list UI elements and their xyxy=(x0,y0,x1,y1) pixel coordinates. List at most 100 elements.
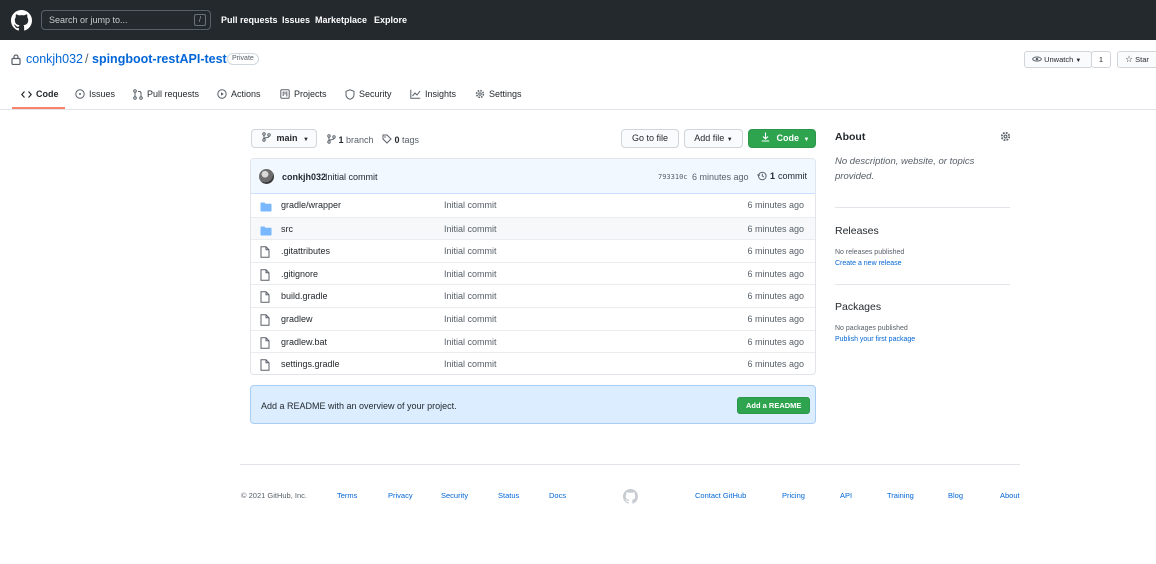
sidebar-divider xyxy=(835,284,1010,285)
tab-pull-requests[interactable]: Pull requests xyxy=(133,87,199,101)
repo-owner-link[interactable]: conkjh032 xyxy=(26,52,83,66)
tab-issues[interactable]: Issues xyxy=(75,87,115,101)
releases-heading[interactable]: Releases xyxy=(835,225,879,237)
add-file-label: Add file xyxy=(694,133,725,143)
table-row[interactable]: gradlew Initial commit 6 minutes ago xyxy=(251,307,815,330)
file-name-link[interactable]: .gitattributes xyxy=(281,246,330,256)
file-commit-link[interactable]: Initial commit xyxy=(444,224,497,234)
file-commit-link[interactable]: Initial commit xyxy=(444,200,497,210)
footer-link-pricing[interactable]: Pricing xyxy=(782,491,805,500)
tab-settings-label: Settings xyxy=(489,89,522,99)
commit-word: commit xyxy=(778,171,808,181)
repo-name-link[interactable]: spingboot-restAPI-test xyxy=(92,52,227,66)
footer-link-about[interactable]: About xyxy=(1000,491,1020,500)
commit-author-link[interactable]: conkjh032 xyxy=(282,172,326,182)
file-commit-link[interactable]: Initial commit xyxy=(444,359,497,369)
unwatch-button[interactable]: Unwatch ▼ xyxy=(1024,51,1092,68)
tabs-divider xyxy=(0,109,1156,110)
file-commit-link[interactable]: Initial commit xyxy=(444,337,497,347)
search-input[interactable]: Search or jump to... / xyxy=(41,10,211,30)
file-icon xyxy=(260,314,270,326)
file-icon xyxy=(260,291,270,304)
create-release-link[interactable]: Create a new release xyxy=(835,260,902,267)
add-file-button[interactable]: Add file ▼ xyxy=(684,129,743,148)
code-button-label: Code xyxy=(776,133,800,143)
repo-separator: / xyxy=(85,52,89,66)
nav-explore[interactable]: Explore xyxy=(374,15,407,25)
table-row[interactable]: .gitignore Initial commit 6 minutes ago xyxy=(251,261,815,285)
table-row[interactable]: .gitattributes Initial commit 6 minutes ag… xyxy=(251,239,815,262)
tags-link[interactable]: 0 tags xyxy=(382,134,419,145)
nav-pull-requests[interactable]: Pull requests xyxy=(221,15,278,25)
file-icon xyxy=(260,269,270,281)
tab-code[interactable]: Code xyxy=(21,87,59,101)
tab-security[interactable]: Security xyxy=(345,87,392,101)
footer-link-privacy[interactable]: Privacy xyxy=(388,491,413,500)
footer-link-contact[interactable]: Contact GitHub xyxy=(695,491,746,500)
tab-code-label: Code xyxy=(36,89,59,99)
table-row[interactable]: build.gradle Initial commit 6 minutes ago xyxy=(251,284,815,307)
footer-link-status[interactable]: Status xyxy=(498,491,519,500)
table-row[interactable]: src Initial commit 6 minutes ago xyxy=(251,216,815,240)
gear-icon[interactable] xyxy=(1000,131,1011,142)
nav-marketplace[interactable]: Marketplace xyxy=(315,15,367,25)
table-row[interactable]: gradlew.bat Initial commit 6 minutes ago xyxy=(251,329,815,353)
footer-link-training[interactable]: Training xyxy=(887,491,914,500)
file-age: 6 minutes ago xyxy=(747,336,804,347)
file-name-link[interactable]: settings.gradle xyxy=(281,359,340,369)
file-name-link[interactable]: src xyxy=(281,224,293,234)
tab-insights-label: Insights xyxy=(425,89,457,99)
file-commit-link[interactable]: Initial commit xyxy=(444,246,497,256)
tab-projects[interactable]: Projects xyxy=(280,87,327,101)
tab-insights[interactable]: Insights xyxy=(410,87,456,101)
branch-select-button[interactable]: main ▼ xyxy=(251,129,317,148)
file-name-link[interactable]: build.gradle xyxy=(281,291,328,301)
file-icon xyxy=(260,336,270,349)
file-name-link[interactable]: gradlew.bat xyxy=(281,337,327,347)
file-age: 6 minutes ago xyxy=(747,314,804,324)
publish-package-link[interactable]: Publish your first package xyxy=(835,336,915,343)
table-row[interactable]: gradle/wrapper Initial commit 6 minutes ag… xyxy=(251,194,815,217)
file-name-link[interactable]: gradle/wrapper xyxy=(281,200,341,210)
commit-sha-link[interactable]: 793310c xyxy=(658,173,688,181)
file-name-link[interactable]: gradlew xyxy=(281,314,313,324)
search-placeholder: Search or jump to... xyxy=(49,15,128,25)
sidebar-divider xyxy=(835,207,1010,208)
star-button[interactable]: ☆ Star xyxy=(1117,51,1156,68)
footer-link-security[interactable]: Security xyxy=(441,491,468,500)
file-commit-link[interactable]: Initial commit xyxy=(444,291,497,301)
watch-count[interactable]: 1 xyxy=(1091,51,1111,68)
commit-history-link[interactable]: 1 commit xyxy=(757,171,807,181)
file-icon xyxy=(260,359,270,371)
branch-word: branch xyxy=(346,135,374,145)
add-readme-button[interactable]: Add a README xyxy=(737,397,811,414)
commit-message-link[interactable]: Initial commit xyxy=(325,172,378,182)
global-header: Search or jump to... / Pull requests Iss… xyxy=(0,0,1156,40)
code-button[interactable]: Code ▼ xyxy=(748,129,816,148)
star-icon: ☆ xyxy=(1125,54,1134,64)
footer-link-terms[interactable]: Terms xyxy=(337,491,357,500)
avatar[interactable] xyxy=(259,169,274,184)
file-icon xyxy=(260,246,270,258)
file-commit-link[interactable]: Initial commit xyxy=(444,314,497,324)
table-row[interactable]: settings.gradle Initial commit 6 minutes a… xyxy=(251,352,815,374)
tab-actions[interactable]: Actions xyxy=(217,87,261,101)
file-commit-link[interactable]: Initial commit xyxy=(444,269,497,279)
github-mark-icon[interactable] xyxy=(623,489,638,504)
history-icon xyxy=(757,171,767,181)
packages-heading[interactable]: Packages xyxy=(835,301,881,313)
folder-icon xyxy=(260,226,272,236)
packages-empty-text: No packages published xyxy=(835,325,908,332)
caret-down-icon: ▼ xyxy=(303,137,309,143)
branches-link[interactable]: 1 branch xyxy=(327,134,374,145)
nav-issues[interactable]: Issues xyxy=(282,15,310,25)
go-to-file-button[interactable]: Go to file xyxy=(621,129,679,148)
github-logo-icon[interactable] xyxy=(11,10,32,31)
footer-link-api[interactable]: API xyxy=(840,491,852,500)
footer-link-blog[interactable]: Blog xyxy=(948,491,963,500)
tab-settings[interactable]: Settings xyxy=(475,87,522,101)
file-name-link[interactable]: .gitignore xyxy=(281,269,318,279)
footer-link-docs[interactable]: Docs xyxy=(549,491,566,500)
gear-icon xyxy=(475,89,485,99)
lock-icon xyxy=(11,54,21,65)
